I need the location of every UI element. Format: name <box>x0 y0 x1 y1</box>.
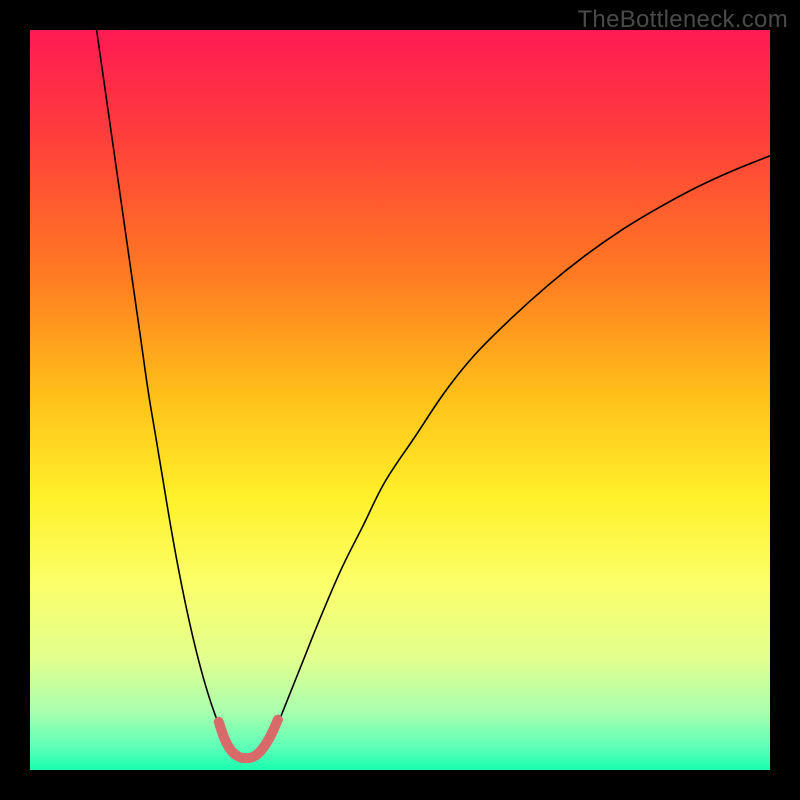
chart-background <box>30 30 770 770</box>
chart-frame: TheBottleneck.com <box>0 0 800 800</box>
watermark-text: TheBottleneck.com <box>577 6 788 34</box>
chart-svg <box>30 30 770 770</box>
plot-area <box>30 30 770 770</box>
